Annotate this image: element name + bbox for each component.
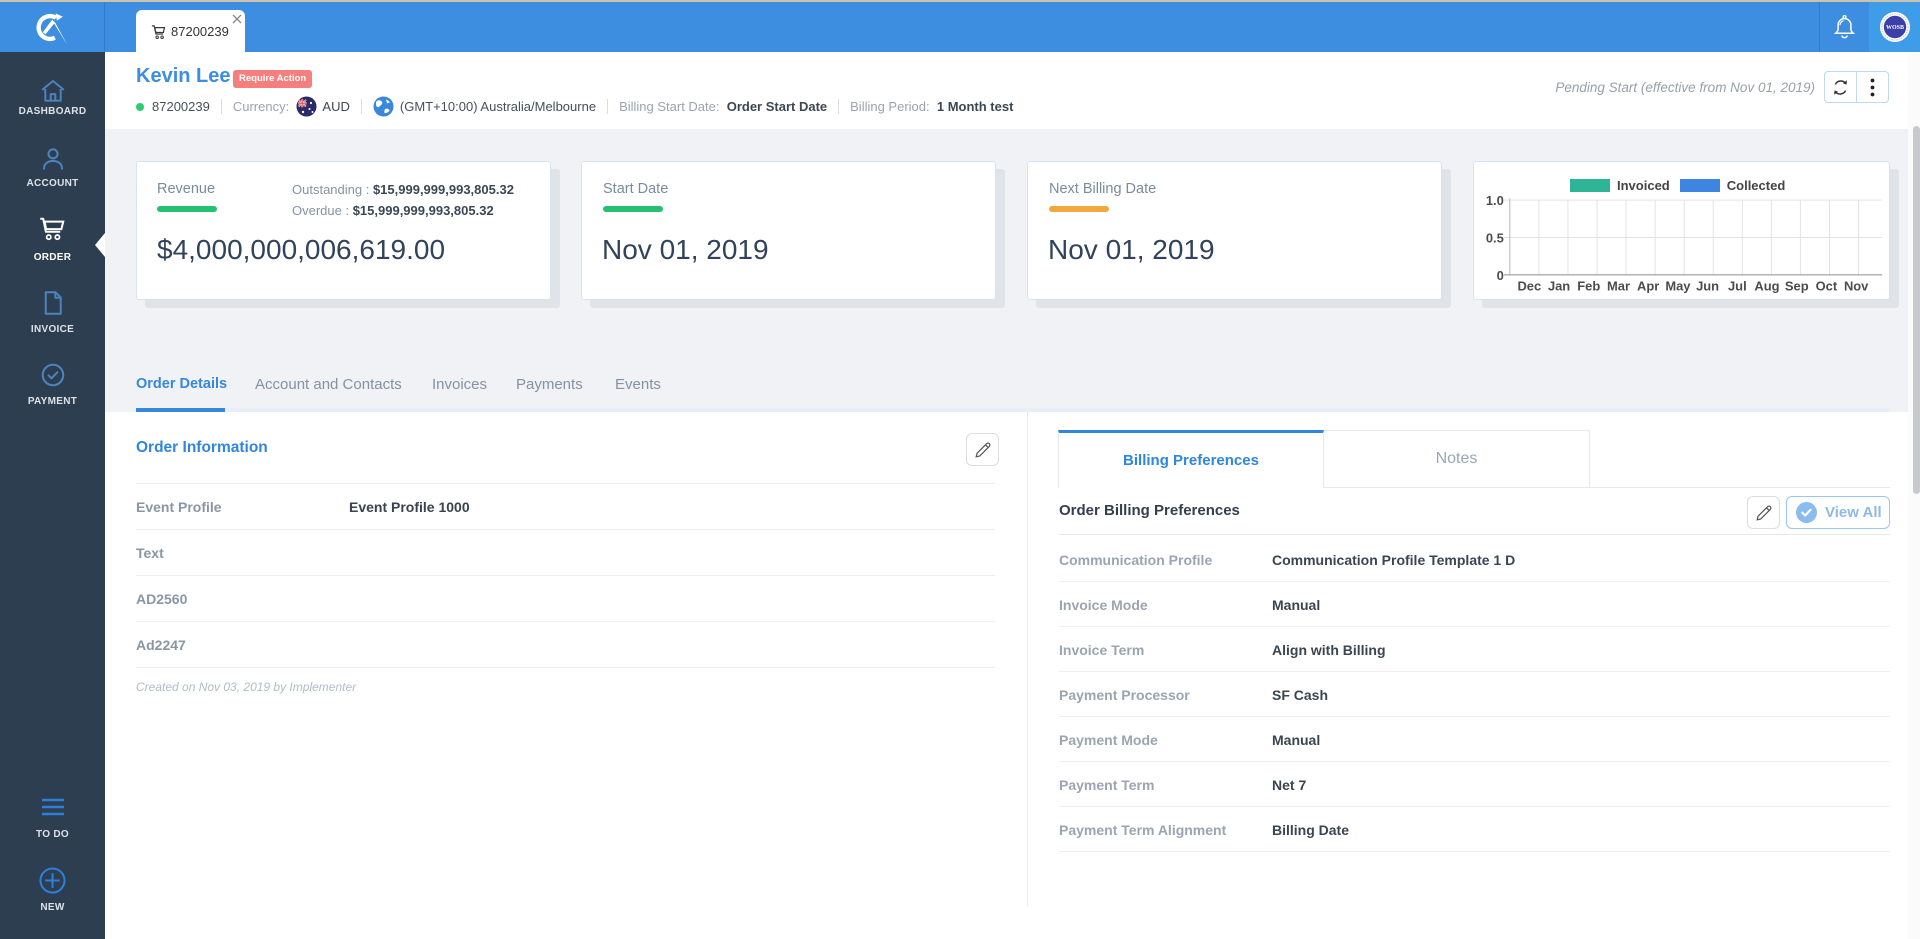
svg-text:0: 0 xyxy=(1497,268,1504,283)
svg-text:Oct: Oct xyxy=(1816,279,1838,294)
svg-text:Sep: Sep xyxy=(1785,279,1809,294)
svg-text:WOSB: WOSB xyxy=(1886,25,1904,31)
svg-text:Feb: Feb xyxy=(1577,279,1600,294)
svg-text:0.5: 0.5 xyxy=(1486,230,1504,245)
svg-text:May: May xyxy=(1665,279,1691,294)
svg-text:Jun: Jun xyxy=(1696,279,1719,294)
svg-text:Aug: Aug xyxy=(1754,279,1779,294)
svg-text:Apr: Apr xyxy=(1637,279,1659,294)
svg-text:Jul: Jul xyxy=(1728,279,1747,294)
svg-text:Nov: Nov xyxy=(1844,279,1869,294)
svg-text:Dec: Dec xyxy=(1517,279,1541,294)
svg-text:Mar: Mar xyxy=(1607,279,1630,294)
svg-text:1.0: 1.0 xyxy=(1486,193,1504,208)
svg-text:Jan: Jan xyxy=(1548,279,1570,294)
